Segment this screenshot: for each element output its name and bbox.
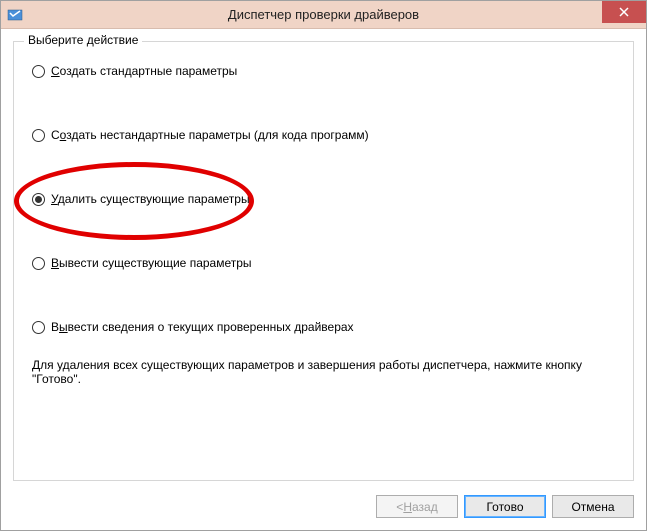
titlebar: Диспетчер проверки драйверов — [1, 1, 646, 29]
app-icon — [7, 7, 23, 23]
radio-label: Вывести сведения о текущих проверенных д… — [51, 320, 354, 334]
fieldset-legend: Выберите действие — [24, 33, 142, 47]
verifier-window: Диспетчер проверки драйверов Выберите де… — [0, 0, 647, 531]
radio-label: Создать нестандартные параметры (для код… — [51, 128, 369, 142]
hint-text: Для удаления всех существующих параметро… — [32, 358, 615, 386]
radio-create-custom[interactable]: Создать нестандартные параметры (для код… — [32, 128, 615, 142]
radio-label: Создать стандартные параметры — [51, 64, 237, 78]
radio-label: Удалить существующие параметры — [51, 192, 250, 206]
radio-label: Вывести существующие параметры — [51, 256, 252, 270]
radio-display-verified[interactable]: Вывести сведения о текущих проверенных д… — [32, 320, 615, 334]
close-button[interactable] — [602, 1, 646, 23]
radio-indicator — [32, 65, 45, 78]
action-fieldset: Выберите действие Создать стандартные па… — [13, 41, 634, 481]
content-area: Выберите действие Создать стандартные па… — [1, 29, 646, 530]
finish-button[interactable]: Готово — [464, 495, 546, 518]
back-button: < Назад — [376, 495, 458, 518]
close-icon — [619, 7, 629, 17]
radio-indicator — [32, 257, 45, 270]
cancel-button[interactable]: Отмена — [552, 495, 634, 518]
radio-create-standard[interactable]: Создать стандартные параметры — [32, 64, 615, 78]
radio-indicator — [32, 321, 45, 334]
radio-indicator — [32, 129, 45, 142]
radio-display-existing[interactable]: Вывести существующие параметры — [32, 256, 615, 270]
window-title: Диспетчер проверки драйверов — [228, 7, 419, 22]
radio-delete-existing[interactable]: Удалить существующие параметры — [32, 192, 615, 206]
radio-group: Создать стандартные параметры Создать не… — [32, 64, 615, 334]
button-bar: < Назад Готово Отмена — [13, 481, 634, 518]
radio-indicator — [32, 193, 45, 206]
